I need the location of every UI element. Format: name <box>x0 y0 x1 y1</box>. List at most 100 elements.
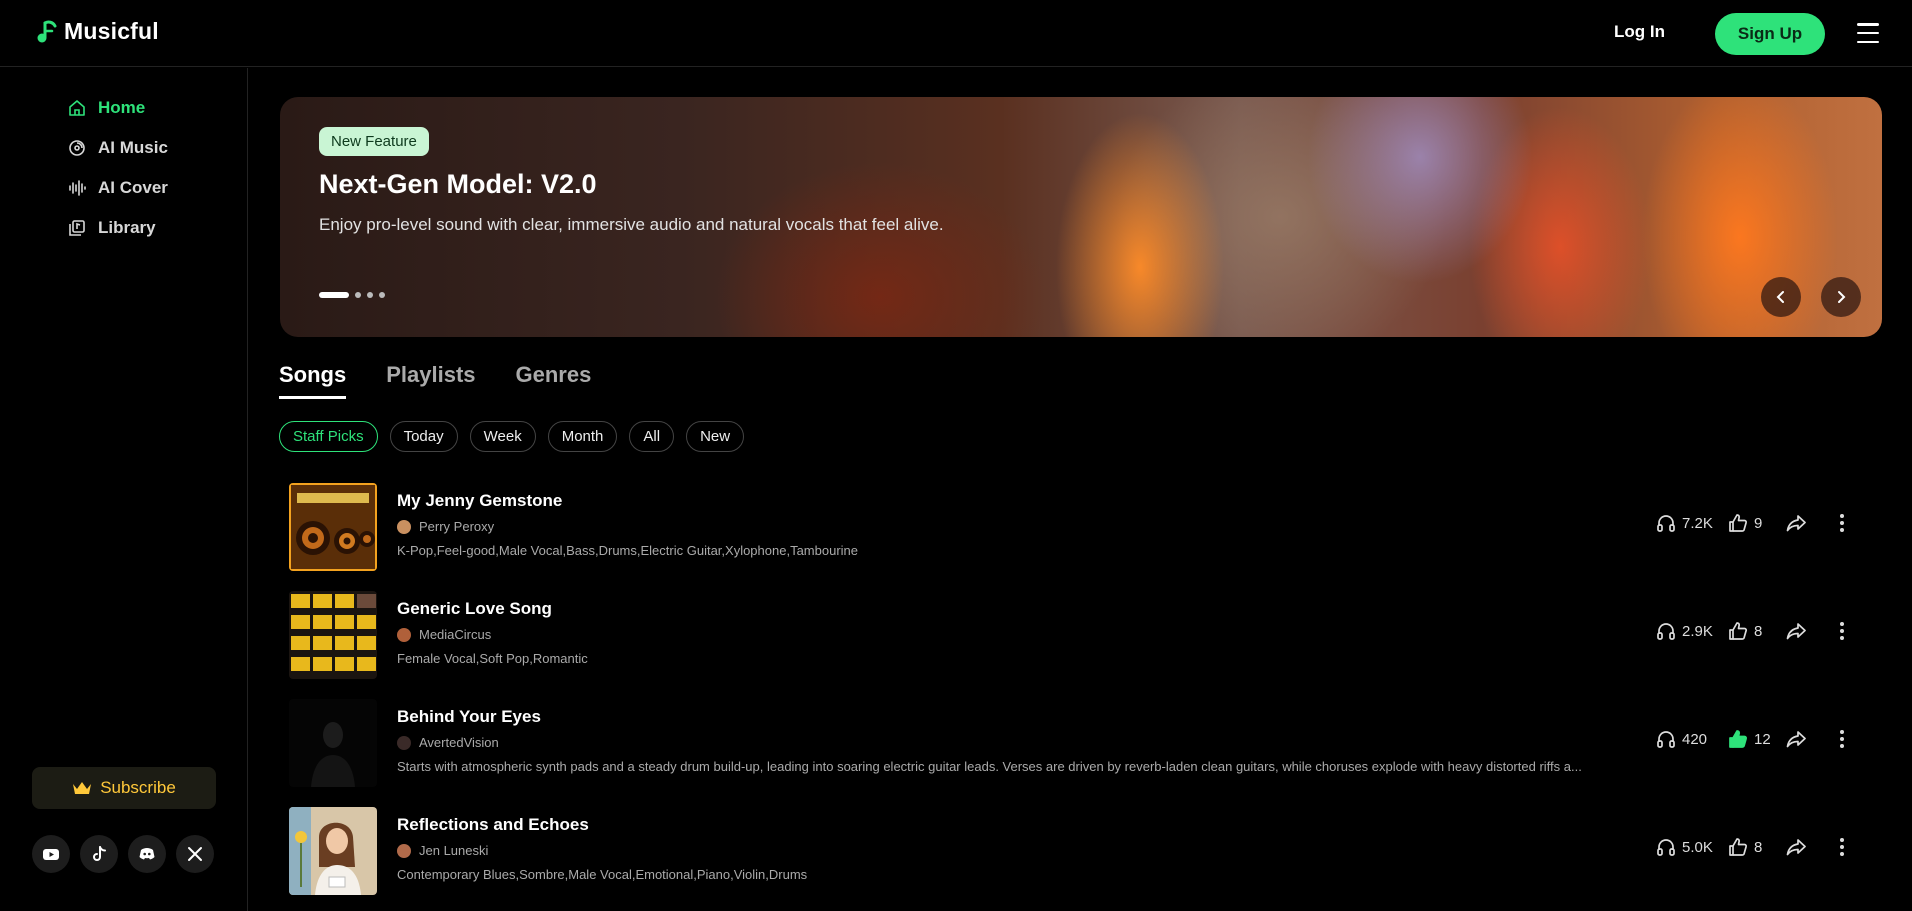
x-icon <box>188 847 202 861</box>
song-cover[interactable] <box>289 483 377 571</box>
song-stats: 5.0K 8 <box>1656 837 1852 857</box>
more-options-icon[interactable] <box>1832 838 1852 856</box>
song-artist[interactable]: Jen Luneski <box>397 843 488 858</box>
youtube-icon <box>43 849 59 860</box>
song-tags: Starts with atmospheric synth pads and a… <box>397 759 1582 774</box>
song-stats: 2.9K 8 <box>1656 621 1852 641</box>
song-tags: Female Vocal,Soft Pop,Romantic <box>397 651 588 666</box>
song-tags: Contemporary Blues,Sombre,Male Vocal,Emo… <box>397 867 808 882</box>
discord-link[interactable] <box>128 835 166 873</box>
discord-icon <box>139 848 155 860</box>
headphones-icon <box>1657 623 1675 640</box>
home-icon <box>69 100 85 116</box>
share-button[interactable] <box>1786 837 1832 857</box>
tiktok-icon <box>93 846 106 861</box>
x-link[interactable] <box>176 835 214 873</box>
tab-songs[interactable]: Songs <box>279 362 347 399</box>
carousel-dot[interactable] <box>379 292 385 298</box>
filter-staff-picks[interactable]: Staff Picks <box>279 421 378 452</box>
filter-chips: Staff Picks Today Week Month All New <box>279 421 745 452</box>
share-icon <box>1786 839 1806 856</box>
filter-week[interactable]: Week <box>469 421 536 452</box>
filter-month[interactable]: Month <box>547 421 618 452</box>
share-button[interactable] <box>1786 621 1832 641</box>
new-feature-badge: New Feature <box>319 127 429 156</box>
song-title[interactable]: Behind Your Eyes <box>397 707 541 727</box>
subscribe-button[interactable]: Subscribe <box>32 767 216 809</box>
logo-icon <box>37 20 57 42</box>
song-cover[interactable] <box>289 591 377 679</box>
song-title[interactable]: Reflections and Echoes <box>397 815 589 835</box>
share-icon <box>1786 623 1806 640</box>
play-count: 5.0K <box>1656 837 1728 857</box>
tab-playlists[interactable]: Playlists <box>386 362 475 399</box>
play-count: 7.2K <box>1656 513 1728 533</box>
sidebar-item-label: AI Cover <box>98 178 168 197</box>
artist-name: MediaCircus <box>419 627 492 642</box>
thumbs-up-icon <box>1729 838 1748 856</box>
artist-name: Jen Luneski <box>419 843 489 858</box>
song-cover[interactable] <box>289 699 377 787</box>
like-button[interactable]: 8 <box>1728 621 1786 641</box>
chevron-right-icon <box>1838 291 1846 303</box>
more-options-icon[interactable] <box>1832 622 1852 640</box>
tab-genres[interactable]: Genres <box>516 362 592 399</box>
headphones-icon <box>1657 839 1675 856</box>
song-stats: 420 12 <box>1656 729 1852 749</box>
filter-today[interactable]: Today <box>389 421 458 452</box>
carousel-dots <box>319 292 385 298</box>
carousel-next-button[interactable] <box>1821 277 1861 317</box>
youtube-link[interactable] <box>32 835 70 873</box>
sidebar-item-home[interactable]: Home <box>68 88 168 128</box>
carousel-dot[interactable] <box>319 292 349 298</box>
song-title[interactable]: My Jenny Gemstone <box>397 491 562 511</box>
like-button[interactable]: 8 <box>1728 837 1786 857</box>
play-count: 420 <box>1656 729 1728 749</box>
sidebar-item-ai-music[interactable]: AI Music <box>68 128 168 168</box>
logo[interactable]: Musicful <box>36 18 159 45</box>
avatar <box>397 627 411 642</box>
song-tags: K-Pop,Feel-good,Male Vocal,Bass,Drums,El… <box>397 543 858 558</box>
song-artist[interactable]: Perry Peroxy <box>397 519 494 534</box>
song-row[interactable]: My Jenny Gemstone Perry Peroxy K-Pop,Fee… <box>289 483 1849 571</box>
filter-all[interactable]: All <box>629 421 675 452</box>
tiktok-link[interactable] <box>80 835 118 873</box>
carousel-dot[interactable] <box>367 292 373 298</box>
hamburger-icon[interactable] <box>1857 23 1879 43</box>
share-button[interactable] <box>1786 729 1832 749</box>
thumbs-up-filled-icon <box>1729 730 1748 748</box>
artist-name: AvertedVision <box>419 735 499 750</box>
more-options-icon[interactable] <box>1832 730 1852 748</box>
like-button[interactable]: 9 <box>1728 513 1786 533</box>
banner-title: Next-Gen Model: V2.0 <box>319 169 597 199</box>
sidebar-nav: Home AI Music AI Cover Library <box>68 88 168 248</box>
song-row[interactable]: Reflections and Echoes Jen Luneski Conte… <box>289 807 1849 895</box>
avatar <box>397 519 411 534</box>
song-artist[interactable]: AvertedVision <box>397 735 499 750</box>
login-button[interactable]: Log In <box>1614 22 1665 42</box>
like-button[interactable]: 12 <box>1728 729 1786 749</box>
song-cover[interactable] <box>289 807 377 895</box>
filter-new[interactable]: New <box>686 421 745 452</box>
sidebar-item-library[interactable]: Library <box>68 208 168 248</box>
song-row[interactable]: Generic Love Song MediaCircus Female Voc… <box>289 591 1849 679</box>
more-options-icon[interactable] <box>1832 514 1852 532</box>
signup-button[interactable]: Sign Up <box>1715 13 1825 55</box>
headphones-icon <box>1657 515 1675 532</box>
sidebar: Home AI Music AI Cover Library Subscribe <box>0 68 248 911</box>
song-row[interactable]: Behind Your Eyes AvertedVision Starts wi… <box>289 699 1849 787</box>
song-title[interactable]: Generic Love Song <box>397 599 552 619</box>
chevron-left-icon <box>1776 291 1784 303</box>
sidebar-item-label: Library <box>98 218 156 237</box>
share-button[interactable] <box>1786 513 1832 533</box>
headphones-icon <box>1657 731 1675 748</box>
feature-banner[interactable]: New Feature Next-Gen Model: V2.0 Enjoy p… <box>280 97 1882 337</box>
sidebar-item-ai-cover[interactable]: AI Cover <box>68 168 168 208</box>
carousel-prev-button[interactable] <box>1761 277 1801 317</box>
carousel-dot[interactable] <box>355 292 361 298</box>
share-icon <box>1786 731 1806 748</box>
library-icon <box>69 220 85 236</box>
song-stats: 7.2K 9 <box>1656 513 1852 533</box>
share-icon <box>1786 515 1806 532</box>
song-artist[interactable]: MediaCircus <box>397 627 491 642</box>
